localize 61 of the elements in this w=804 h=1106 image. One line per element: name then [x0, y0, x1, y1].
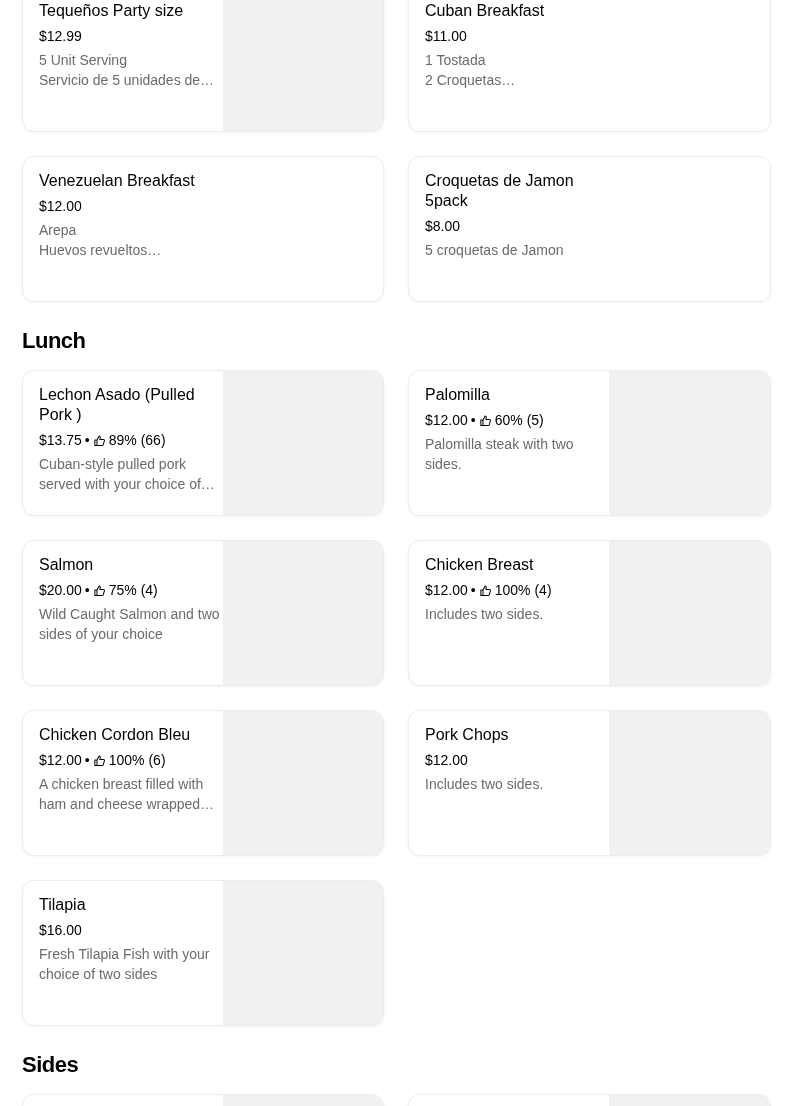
- separator-dot: •: [84, 431, 90, 450]
- item-title: Chicken Breast: [425, 555, 535, 575]
- thumbs-up-icon: [92, 583, 106, 597]
- item-title: Pork Chops: [425, 725, 510, 745]
- separator-dot: •: [84, 751, 90, 770]
- item-description: Wild Caught Salmon and two sides of your choice: [39, 605, 221, 644]
- item-title: Croquetas de Jamon 5pack: [425, 171, 575, 211]
- item-description: Fresh Tilapia Fish with your choice of two sides: [39, 945, 211, 984]
- menu-item-card[interactable]: Chicken Cordon Bleu $12.00 • 100% (6) A chicken breast filled with ham and cheese wrapped…: [22, 710, 384, 856]
- item-rating: 89% (66): [108, 431, 166, 450]
- item-description: 1 Tostada 2 Croquetas…: [425, 51, 517, 90]
- menu-item-card[interactable]: Pork Chops $12.00 Includes two sides.: [408, 710, 771, 856]
- section-heading: Lunch: [22, 327, 87, 355]
- item-price: $16.00: [39, 921, 82, 940]
- separator-dot: •: [470, 411, 476, 430]
- item-description: 5 Unit Serving Servicio de 5 unidades de…: [39, 51, 216, 90]
- menu-item-card[interactable]: Venezuelan Breakfast $12.00 Arepa Huevos revueltos…: [22, 156, 384, 302]
- menu-item-card[interactable]: Tilapia $16.00 Fresh Tilapia Fish with your choice of two sides: [22, 880, 384, 1026]
- item-price: $12.00: [425, 581, 468, 600]
- item-title: Salmon: [39, 555, 95, 575]
- item-price: $8.00: [425, 217, 461, 236]
- item-title: Tequeños Party size: [39, 1, 185, 21]
- item-description: Cuban-style pulled pork served with your choice of…: [39, 455, 216, 494]
- item-title: Palomilla: [425, 385, 491, 405]
- item-description: 5 croquetas de Jamon: [425, 241, 565, 260]
- menu-item-card[interactable]: Tequeños Party size $12.99 5 Unit Serving Servicio de 5 unidades de…: [22, 0, 384, 132]
- thumbs-up-icon: [478, 413, 492, 427]
- separator-dot: •: [470, 581, 476, 600]
- item-title: Chicken Cordon Bleu: [39, 725, 192, 745]
- item-rating: 100% (4): [494, 581, 552, 600]
- item-rating: 100% (6): [108, 751, 166, 770]
- item-price: $12.00: [39, 751, 82, 770]
- thumbs-up-icon: [92, 753, 106, 767]
- item-description: Includes two sides.: [425, 775, 545, 794]
- item-price: $12.00: [425, 411, 468, 430]
- item-price: $13.75: [39, 431, 82, 450]
- item-rating: 75% (4): [108, 581, 158, 600]
- menu-item-card[interactable]: Lechon Asado (Pulled Pork ) $13.75 • 89% (66) Cuban-style pulled pork served with your choice of…: [22, 370, 384, 516]
- separator-dot: •: [84, 581, 90, 600]
- menu-item-card[interactable]: Cuban Breakfast $11.00 1 Tostada 2 Croquetas…: [408, 0, 771, 132]
- item-rating: 60% (5): [494, 411, 544, 430]
- item-title: Cuban Breakfast: [425, 1, 546, 21]
- item-price: $12.00: [39, 197, 82, 216]
- item-price: $11.00: [425, 27, 467, 46]
- menu-item-card[interactable]: Croquetas de Jamon 5pack $8.00 5 croquetas de Jamon: [408, 156, 771, 302]
- item-title: Venezuelan Breakfast: [39, 171, 196, 191]
- item-title: Tilapia: [39, 895, 87, 915]
- menu-item-card[interactable]: Chicken Breast $12.00 • 100% (4) Includes two sides.: [408, 540, 771, 686]
- item-price: $20.00: [39, 581, 82, 600]
- menu-item-card[interactable]: Salmon $20.00 • 75% (4) Wild Caught Salmon and two sides of your choice: [22, 540, 384, 686]
- item-description: Arepa Huevos revueltos…: [39, 221, 163, 260]
- item-title: Lechon Asado (Pulled Pork ): [39, 385, 196, 425]
- item-description: Palomilla steak with two sides.: [425, 435, 575, 474]
- item-price: $12.99: [39, 27, 82, 46]
- menu-item-card[interactable]: Palomilla $12.00 • 60% (5) Palomilla steak with two sides.: [408, 370, 771, 516]
- thumbs-up-icon: [478, 583, 492, 597]
- thumbs-up-icon: [92, 433, 106, 447]
- item-description: Includes two sides.: [425, 605, 545, 624]
- item-price: $12.00: [425, 751, 468, 770]
- section-heading: Sides: [22, 1051, 80, 1079]
- item-description: A chicken breast filled with ham and cheese wrapped…: [39, 775, 216, 814]
